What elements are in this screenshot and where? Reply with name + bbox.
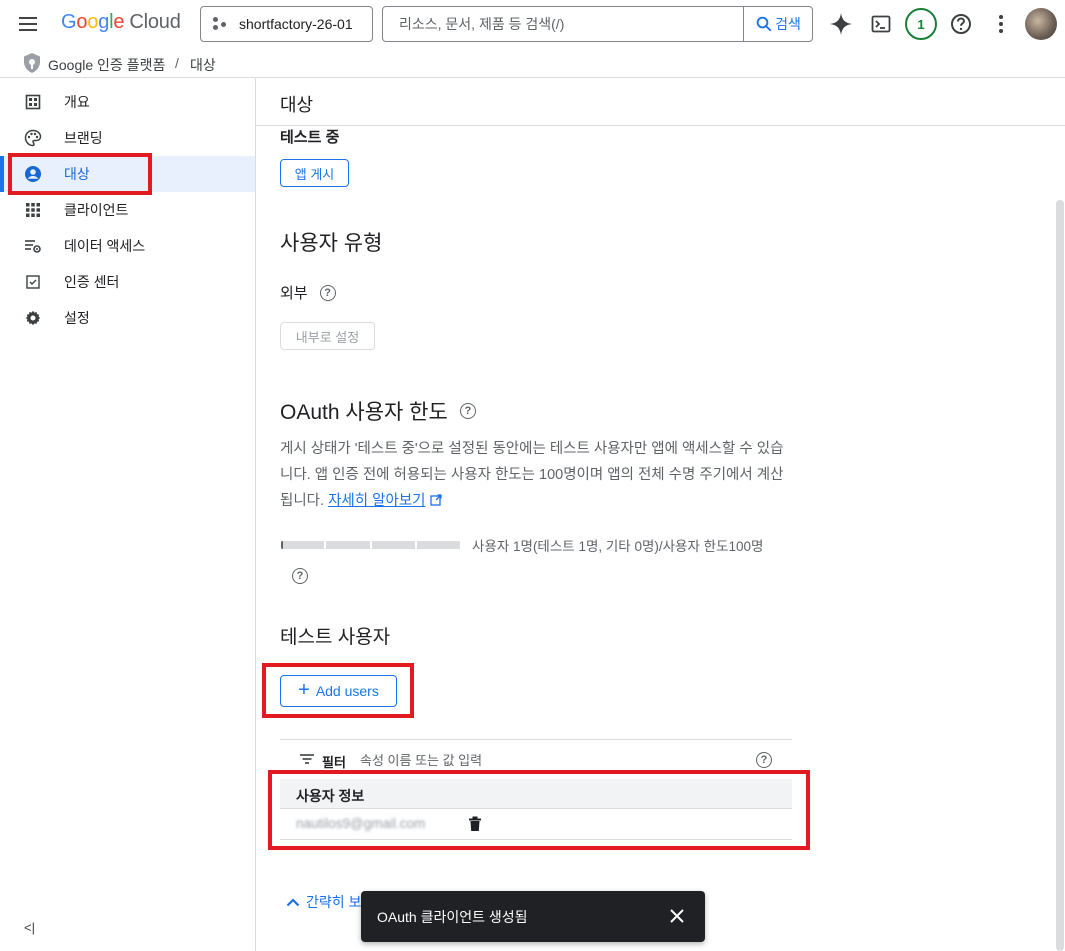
sidebar: 개요 브랜딩 대상 클라이언트 데이터 액세스 인증 센터 설정 <| <box>0 78 256 951</box>
oauth-limit-heading: OAuth 사용자 한도 <box>280 401 448 424</box>
search-button[interactable]: 검색 <box>743 7 812 41</box>
quota-text: 사용자 1명(테스트 1명, 기타 0명)/사용자 한도100명 <box>472 539 764 554</box>
avatar[interactable] <box>1025 8 1057 40</box>
quota-progress-fill <box>281 541 283 549</box>
sidebar-item-overview[interactable]: 개요 <box>0 84 255 120</box>
help-icon[interactable]: ? <box>319 284 336 301</box>
filter-input[interactable] <box>360 749 640 771</box>
project-picker[interactable]: shortfactory-26-01 <box>200 6 373 42</box>
notification-badge[interactable]: 1 <box>905 8 937 40</box>
project-name: shortfactory-26-01 <box>239 16 353 32</box>
close-icon[interactable] <box>667 906 687 926</box>
search-bar: 검색 <box>382 6 813 42</box>
delete-icon[interactable] <box>468 816 482 832</box>
help-icon[interactable]: ? <box>459 403 476 419</box>
google-cloud-logo[interactable]: Google Cloud <box>61 11 181 34</box>
external-link-icon <box>429 494 442 506</box>
data-settings-icon <box>24 237 42 255</box>
add-users-button[interactable]: + Add users <box>280 675 397 707</box>
breadcrumb-product[interactable]: Google 인증 플랫폼 <box>48 55 165 75</box>
sidebar-item-label: 브랜딩 <box>64 130 103 146</box>
column-header-user-info: 사용자 정보 <box>296 788 365 804</box>
oauth-limit-heading-row: OAuth 사용자 한도 ? <box>280 396 476 426</box>
user-email: nautilos9@gmail.com <box>296 816 426 831</box>
learn-more-link[interactable]: 자세히 알아보기 <box>328 493 425 509</box>
page-header: 대상 <box>256 78 1065 126</box>
user-type-row: 외부 ? <box>280 282 336 303</box>
sidebar-item-audience[interactable]: 대상 <box>0 156 255 192</box>
apps-grid-icon <box>24 201 42 219</box>
breadcrumb-separator: / <box>175 55 179 71</box>
project-icon <box>213 17 227 31</box>
page-title: 대상 <box>280 95 314 115</box>
help-icon[interactable] <box>946 9 976 39</box>
snackbar: OAuth 클라이언트 생성됨 <box>361 891 705 942</box>
sidebar-item-label: 데이터 액세스 <box>64 238 146 254</box>
palette-icon <box>24 129 42 147</box>
scrollbar[interactable] <box>1056 200 1064 951</box>
quota-progress-bar <box>281 541 460 549</box>
test-users-heading: 테스트 사용자 <box>280 627 391 648</box>
shield-icon <box>24 53 40 73</box>
help-icon[interactable]: ? <box>756 752 772 768</box>
sidebar-item-label: 설정 <box>64 310 90 326</box>
sidebar-item-label: 클라이언트 <box>64 202 129 218</box>
main-content: 테스트 중 앱 게시 사용자 유형 외부 ? 내부로 설정 OAuth 사용자 … <box>256 126 1065 951</box>
cloud-shell-icon[interactable] <box>866 9 896 39</box>
sidebar-item-label: 인증 센터 <box>64 274 120 290</box>
verified-box-icon <box>24 273 42 291</box>
user-type-value: 외부 <box>280 285 308 302</box>
sidebar-item-data-access[interactable]: 데이터 액세스 <box>0 228 255 264</box>
snackbar-message: OAuth 클라이언트 생성됨 <box>377 909 528 925</box>
sidebar-item-clients[interactable]: 클라이언트 <box>0 192 255 228</box>
filter-icon <box>300 754 314 764</box>
search-input[interactable] <box>383 7 743 41</box>
account-circle-icon <box>24 165 42 183</box>
user-type-heading: 사용자 유형 <box>280 232 383 255</box>
make-internal-button: 내부로 설정 <box>280 322 375 350</box>
sidebar-item-label: 대상 <box>64 166 90 182</box>
publish-app-button[interactable]: 앱 게시 <box>280 159 349 187</box>
sidebar-item-verification-center[interactable]: 인증 센터 <box>0 264 255 300</box>
oauth-limit-description: 게시 상태가 '테스트 중'으로 설정된 동안에는 테스트 사용자만 앱에 액세… <box>280 441 784 509</box>
dashboard-icon <box>24 93 42 111</box>
help-icon[interactable]: ? <box>292 568 308 584</box>
sidebar-item-settings[interactable]: 설정 <box>0 300 255 336</box>
top-app-bar: GoogleCloud shortfactory-26-01 검색 1 <box>0 0 1065 48</box>
plus-icon: + <box>298 679 310 701</box>
collapse-sidebar-button[interactable]: <| <box>24 920 35 935</box>
gemini-icon[interactable] <box>826 9 856 39</box>
breadcrumb: Google 인증 플랫폼 / 대상 <box>0 48 1065 78</box>
publishing-status: 테스트 중 <box>280 129 340 146</box>
more-vert-icon[interactable] <box>986 9 1016 39</box>
table-header: 사용자 정보 <box>280 779 792 809</box>
search-icon <box>756 16 772 32</box>
filter-bar: 필터 ? <box>280 740 792 778</box>
breadcrumb-current: 대상 <box>190 57 216 73</box>
gear-icon <box>24 309 42 327</box>
chevron-up-icon <box>286 898 300 907</box>
menu-icon[interactable] <box>14 12 42 36</box>
table-row: nautilos9@gmail.com <box>280 810 792 840</box>
filter-label: 필터 <box>322 755 346 770</box>
sidebar-item-label: 개요 <box>64 94 90 110</box>
sidebar-item-branding[interactable]: 브랜딩 <box>0 120 255 156</box>
active-indicator <box>0 156 4 192</box>
